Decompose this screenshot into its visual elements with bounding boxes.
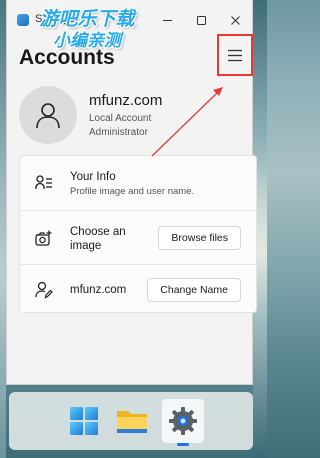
profile-role: Administrator (89, 127, 148, 138)
your-info-row[interactable]: Your Info Profile image and user name. (20, 156, 256, 210)
start-button[interactable] (65, 402, 103, 440)
account-settings-card: Your Info Profile image and user name. C… (19, 155, 257, 313)
camera-add-icon (34, 228, 54, 248)
account-profile: mfunz.com Local Account Administrator (19, 86, 239, 146)
navigation-menu-button[interactable] (217, 34, 253, 76)
your-info-text: Your Info Profile image and user name. (70, 170, 194, 197)
settings-app-icon (17, 14, 29, 26)
settings-gear-icon (169, 407, 197, 435)
taskbar (9, 392, 253, 450)
person-list-icon (34, 173, 54, 193)
change-name-button[interactable]: Change Name (147, 278, 241, 302)
your-info-title: Your Info (70, 171, 116, 183)
browse-files-button[interactable]: Browse files (158, 226, 241, 250)
profile-name: mfunz.com (89, 92, 163, 109)
maximize-button[interactable] (184, 0, 218, 40)
close-icon (230, 15, 240, 25)
title-bar: Settings (7, 0, 252, 40)
username-title: mfunz.com (70, 284, 127, 296)
your-info-subtitle: Profile image and user name. (70, 186, 195, 197)
avatar[interactable] (19, 86, 77, 144)
page-title: Accounts (19, 46, 115, 69)
choose-image-text: Choose an image (70, 225, 150, 253)
hamburger-menu-icon (228, 49, 242, 61)
username-row: mfunz.com Change Name (20, 264, 256, 314)
person-edit-icon (34, 280, 54, 300)
minimize-icon (162, 19, 172, 21)
user-icon (36, 103, 60, 129)
maximize-icon (196, 15, 206, 25)
minimize-button[interactable] (150, 0, 184, 40)
active-app-indicator (177, 443, 189, 446)
choose-image-title: Choose an image (70, 226, 126, 252)
file-explorer-icon (117, 411, 147, 433)
username-text: mfunz.com (70, 283, 126, 297)
settings-taskbar-button[interactable] (162, 399, 204, 443)
settings-window: Settings Accounts mfunz.com Local Accoun… (6, 0, 257, 385)
windows-start-icon (70, 407, 98, 435)
file-explorer-button[interactable] (113, 402, 151, 440)
window-title: Settings (35, 13, 75, 25)
choose-image-row: Choose an image Browse files (20, 210, 256, 264)
profile-account-type: Local Account (89, 113, 152, 124)
